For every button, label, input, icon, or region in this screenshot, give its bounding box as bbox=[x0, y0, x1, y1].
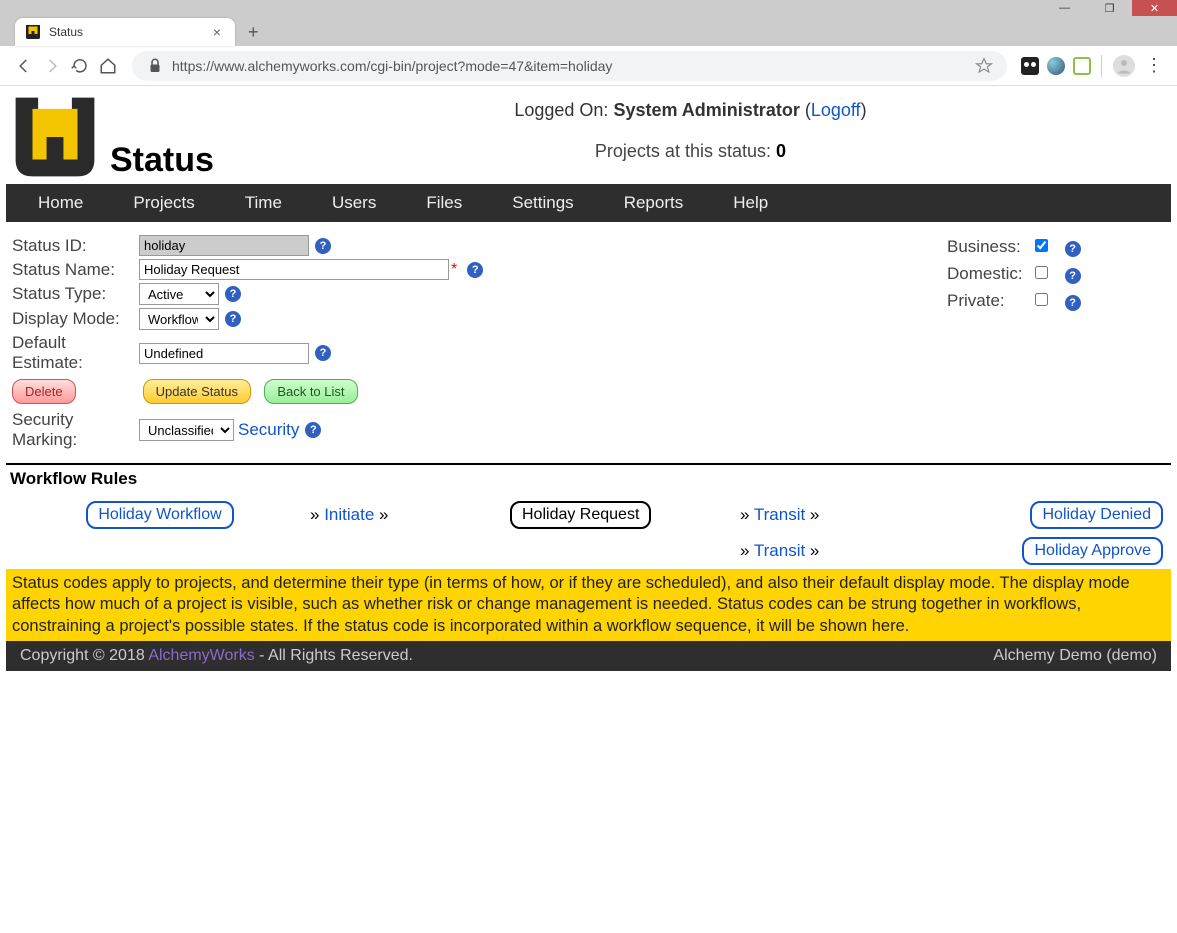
favicon-icon bbox=[25, 24, 41, 40]
help-icon[interactable]: ? bbox=[315, 238, 331, 254]
help-icon[interactable]: ? bbox=[225, 311, 241, 327]
tab-close-icon[interactable]: × bbox=[209, 24, 225, 40]
initiate-link[interactable]: Initiate bbox=[324, 505, 374, 524]
lock-icon bbox=[146, 57, 164, 75]
security-marking-select[interactable]: Unclassified bbox=[139, 419, 234, 441]
footer: Copyright © 2018 AlchemyWorks - All Righ… bbox=[6, 641, 1171, 671]
kebab-menu-icon[interactable]: ⋮ bbox=[1145, 55, 1162, 76]
status-type-label: Status Type: bbox=[12, 284, 139, 304]
session-info: Logged On: System Administrator (Logoff)… bbox=[214, 100, 1167, 162]
info-banner: Status codes apply to projects, and dete… bbox=[6, 569, 1171, 641]
status-id-input bbox=[139, 235, 309, 256]
separator bbox=[1101, 55, 1102, 77]
extension-icon[interactable] bbox=[1047, 57, 1065, 75]
divider bbox=[6, 463, 1171, 465]
domestic-checkbox[interactable] bbox=[1035, 266, 1048, 279]
forward-icon bbox=[43, 57, 61, 75]
help-icon[interactable]: ? bbox=[1065, 268, 1081, 284]
holiday-workflow-pill[interactable]: Holiday Workflow bbox=[86, 501, 233, 529]
url-text: https://www.alchemyworks.com/cgi-bin/pro… bbox=[172, 58, 975, 74]
new-tab-button[interactable]: + bbox=[248, 22, 259, 43]
holiday-request-pill[interactable]: Holiday Request bbox=[510, 501, 651, 529]
nav-files[interactable]: Files bbox=[418, 185, 470, 221]
nav-reports[interactable]: Reports bbox=[616, 185, 692, 221]
nav-projects[interactable]: Projects bbox=[125, 185, 202, 221]
address-bar[interactable]: https://www.alchemyworks.com/cgi-bin/pro… bbox=[132, 51, 1007, 81]
browser-tab-title: Status bbox=[49, 25, 209, 39]
workflow-rules-heading: Workflow Rules bbox=[10, 469, 1167, 489]
help-icon[interactable]: ? bbox=[1065, 295, 1081, 311]
help-icon[interactable]: ? bbox=[225, 286, 241, 302]
profile-avatar[interactable] bbox=[1113, 55, 1135, 77]
star-icon[interactable] bbox=[975, 57, 993, 75]
main-nav: Home Projects Time Users Files Settings … bbox=[6, 184, 1171, 222]
back-to-list-button[interactable]: Back to List bbox=[264, 379, 357, 404]
window-maximize-button[interactable]: ❐ bbox=[1087, 0, 1132, 16]
business-checkbox[interactable] bbox=[1035, 239, 1048, 252]
extension-icon[interactable] bbox=[1073, 57, 1091, 75]
browser-tab[interactable]: Status × bbox=[15, 18, 235, 46]
nav-time[interactable]: Time bbox=[237, 185, 290, 221]
delete-button[interactable]: Delete bbox=[12, 379, 76, 404]
nav-home[interactable]: Home bbox=[30, 185, 91, 221]
nav-settings[interactable]: Settings bbox=[504, 185, 581, 221]
status-id-label: Status ID: bbox=[12, 236, 139, 256]
transit-link[interactable]: Transit bbox=[754, 505, 805, 524]
status-type-select[interactable]: Active bbox=[139, 283, 219, 305]
default-estimate-label: Default Estimate: bbox=[12, 333, 139, 373]
nav-help[interactable]: Help bbox=[725, 185, 776, 221]
footer-right: Alchemy Demo (demo) bbox=[993, 647, 1157, 665]
default-estimate-input[interactable] bbox=[139, 343, 309, 364]
transit-link[interactable]: Transit bbox=[754, 541, 805, 560]
private-checkbox[interactable] bbox=[1035, 293, 1048, 306]
logoff-link[interactable]: Logoff bbox=[811, 100, 861, 120]
nav-users[interactable]: Users bbox=[324, 185, 384, 221]
extension-icon[interactable] bbox=[1021, 57, 1039, 75]
display-mode-label: Display Mode: bbox=[12, 309, 139, 329]
help-icon[interactable]: ? bbox=[305, 422, 321, 438]
window-close-button[interactable]: ✕ bbox=[1132, 0, 1177, 16]
status-name-input[interactable] bbox=[139, 259, 449, 280]
page-title: Status bbox=[110, 141, 214, 180]
footer-brand-link[interactable]: AlchemyWorks bbox=[148, 647, 254, 664]
reload-icon[interactable] bbox=[71, 57, 89, 75]
home-icon[interactable] bbox=[99, 57, 117, 75]
domestic-label: Domestic: bbox=[947, 261, 1029, 286]
help-icon[interactable]: ? bbox=[315, 345, 331, 361]
security-link[interactable]: Security bbox=[238, 420, 299, 440]
private-label: Private: bbox=[947, 288, 1029, 313]
help-icon[interactable]: ? bbox=[467, 262, 483, 278]
holiday-approve-pill[interactable]: Holiday Approve bbox=[1022, 537, 1163, 565]
holiday-denied-pill[interactable]: Holiday Denied bbox=[1030, 501, 1163, 529]
browser-tabstrip: Status × + bbox=[0, 16, 1177, 46]
logo-icon bbox=[10, 92, 100, 182]
window-minimize-button[interactable]: — bbox=[1042, 0, 1087, 16]
update-status-button[interactable]: Update Status bbox=[143, 379, 251, 404]
required-star: * bbox=[451, 261, 457, 279]
help-icon[interactable]: ? bbox=[1065, 241, 1081, 257]
display-mode-select[interactable]: Workflow bbox=[139, 308, 219, 330]
app-logo: Status bbox=[10, 92, 214, 182]
business-label: Business: bbox=[947, 234, 1029, 259]
back-icon[interactable] bbox=[15, 57, 33, 75]
status-name-label: Status Name: bbox=[12, 260, 139, 280]
security-marking-label: Security Marking: bbox=[12, 410, 139, 450]
